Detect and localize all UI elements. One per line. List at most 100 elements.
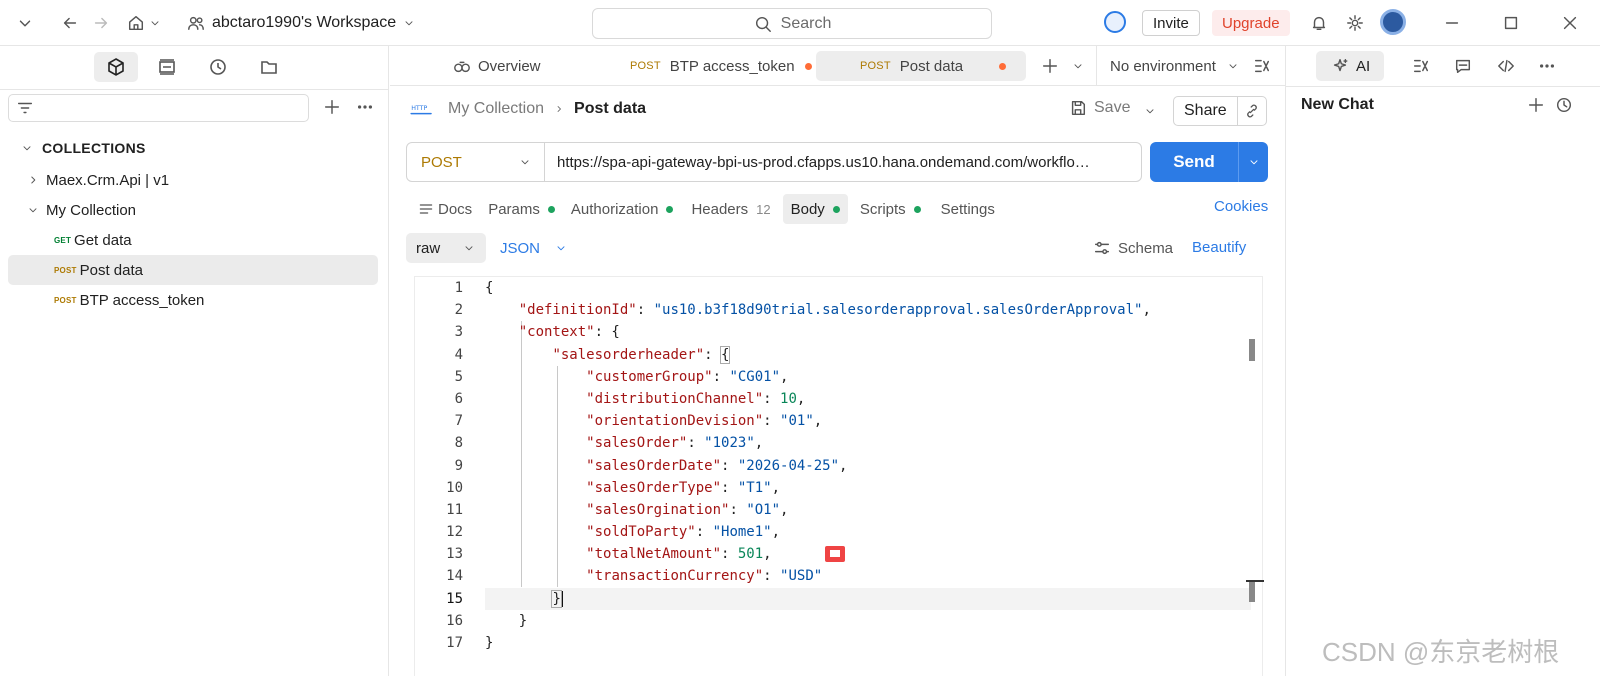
link-icon[interactable] [1238, 101, 1266, 121]
sidebar-item-maex-crm-api[interactable]: Maex.Crm.Api | v1 [8, 165, 378, 195]
sync-status-icon[interactable] [1104, 11, 1126, 33]
send-button[interactable]: Send [1150, 142, 1268, 182]
tab-settings[interactable]: Settings [933, 194, 1003, 224]
gear-icon[interactable] [1345, 13, 1365, 33]
back-arrow-icon[interactable] [60, 13, 80, 33]
workspace-switcher[interactable]: abctaro1990's Workspace [186, 11, 416, 35]
chevron-down-icon [26, 200, 40, 220]
method-badge: POST [630, 60, 661, 72]
collections-cube-icon[interactable] [94, 52, 138, 82]
share-button[interactable]: Share [1173, 96, 1267, 126]
home-icon[interactable] [126, 13, 146, 33]
chevron-down-icon[interactable] [1068, 56, 1088, 76]
code-line: "definitionId": "us10.b3f18d90trial.sale… [518, 302, 1151, 319]
avatar[interactable] [1380, 9, 1406, 35]
sidebar-item-get-data[interactable]: GET Get data [8, 225, 378, 255]
close-icon[interactable] [1560, 13, 1580, 33]
chevron-down-icon [554, 238, 568, 258]
overview-icon [452, 56, 472, 76]
schema-button[interactable]: Schema [1092, 238, 1173, 258]
tab-overview[interactable]: Overview [452, 51, 541, 81]
body-format-value: JSON [500, 239, 541, 257]
body-mode-select[interactable]: raw [406, 233, 486, 263]
body-mode-value: raw [416, 239, 441, 257]
tab-scripts[interactable]: Scripts [852, 194, 929, 224]
tab-params[interactable]: Params [480, 194, 563, 224]
line-number: 17 [446, 635, 463, 651]
json-number: 501 [737, 546, 764, 563]
folder-icon[interactable] [247, 52, 291, 82]
json-string: "Home1" [712, 524, 772, 541]
status-dot [832, 205, 840, 213]
sidebar-filter-input[interactable] [8, 94, 309, 122]
collections-header[interactable]: COLLECTIONS [20, 138, 146, 158]
bell-icon[interactable] [1309, 13, 1329, 33]
invite-button[interactable]: Invite [1142, 10, 1200, 36]
line-number: 13 [446, 546, 463, 563]
tab-docs[interactable]: Docs [410, 194, 480, 224]
tab-post-data[interactable]: POST Post data [816, 51, 1026, 81]
beautify-button[interactable]: Beautify [1192, 239, 1246, 256]
schema-icon [1092, 238, 1112, 258]
scrollbar-thumb[interactable] [1249, 582, 1255, 602]
save-chevron-icon[interactable] [1140, 101, 1160, 121]
maximize-icon[interactable] [1501, 13, 1521, 33]
more-horizontal-icon[interactable] [355, 97, 375, 117]
body-format-select[interactable]: JSON [500, 238, 568, 258]
comment-icon[interactable] [1453, 56, 1473, 76]
search-box[interactable]: Search [592, 8, 992, 39]
json-string: "CG01" [729, 368, 781, 385]
code-line: "transactionCurrency": "USD" [586, 568, 823, 585]
json-key: "soldToParty" [586, 524, 696, 541]
method-select[interactable]: POST [407, 143, 545, 181]
upgrade-button[interactable]: Upgrade [1212, 10, 1290, 36]
filter-icon [15, 98, 35, 118]
request-title[interactable]: Post data [574, 100, 646, 118]
json-key: "transactionCurrency" [586, 568, 764, 585]
home-chevron-icon[interactable] [148, 13, 162, 33]
top-bar: abctaro1990's Workspace Search Invite Up… [0, 0, 1600, 46]
search-icon [753, 14, 773, 34]
code-icon[interactable] [1496, 56, 1516, 76]
environments-icon[interactable] [145, 52, 189, 82]
chevron-down-icon[interactable] [15, 13, 35, 33]
line-number: 12 [446, 524, 463, 541]
variables-icon[interactable] [1411, 56, 1431, 76]
add-icon[interactable] [322, 97, 342, 117]
minimize-icon[interactable] [1442, 13, 1462, 33]
add-chat-icon[interactable] [1526, 95, 1546, 115]
sidebar-item-my-collection[interactable]: My Collection [8, 195, 378, 225]
breadcrumb-collection[interactable]: My Collection [448, 100, 544, 118]
more-horizontal-icon[interactable] [1537, 56, 1557, 76]
history-icon[interactable] [196, 52, 240, 82]
json-key: "salesOrderDate" [586, 457, 722, 474]
tab-authorization[interactable]: Authorization [563, 194, 682, 224]
chevron-down-icon [402, 13, 416, 33]
scrollbar-thumb[interactable] [1249, 339, 1255, 361]
tab-btp-access-token[interactable]: POST BTP access_token [630, 51, 812, 81]
send-chevron-icon[interactable] [1239, 152, 1268, 172]
tab-label: Authorization [570, 200, 659, 218]
sidebar-item-post-data[interactable]: POST Post data [8, 255, 378, 285]
code-content: { "definitionId": "us10.b3f18d90trial.sa… [485, 277, 1151, 654]
json-string: "USD" [780, 568, 823, 585]
method-badge: POST [54, 295, 77, 305]
environment-quicklook-icon[interactable] [1252, 56, 1272, 76]
share-label: Share [1184, 102, 1227, 119]
save-button[interactable]: Save [1068, 98, 1130, 118]
json-string: "2026-04-25" [737, 457, 840, 474]
error-marker[interactable] [825, 546, 845, 562]
sidebar-item-btp-access-token[interactable]: POST BTP access_token [8, 285, 378, 315]
ai-tab[interactable]: AI [1316, 51, 1385, 81]
environment-select[interactable]: No environment [1110, 51, 1240, 81]
forward-arrow-icon[interactable] [91, 13, 111, 33]
url-input[interactable]: https://spa-api-gateway-bpi-us-prod.cfap… [545, 154, 1135, 171]
tab-headers[interactable]: Headers 12 [683, 194, 778, 224]
method-value: POST [421, 153, 462, 171]
json-key: "salesOrder" [586, 435, 688, 452]
cookies-link[interactable]: Cookies [1214, 198, 1268, 215]
body-editor[interactable]: 1 2 3 4 5 6 7 8 9 10 11 12 13 14 15 16 1… [414, 276, 1264, 676]
new-tab-icon[interactable] [1040, 56, 1060, 76]
tab-body[interactable]: Body [782, 194, 848, 224]
chat-history-icon[interactable] [1554, 95, 1574, 115]
